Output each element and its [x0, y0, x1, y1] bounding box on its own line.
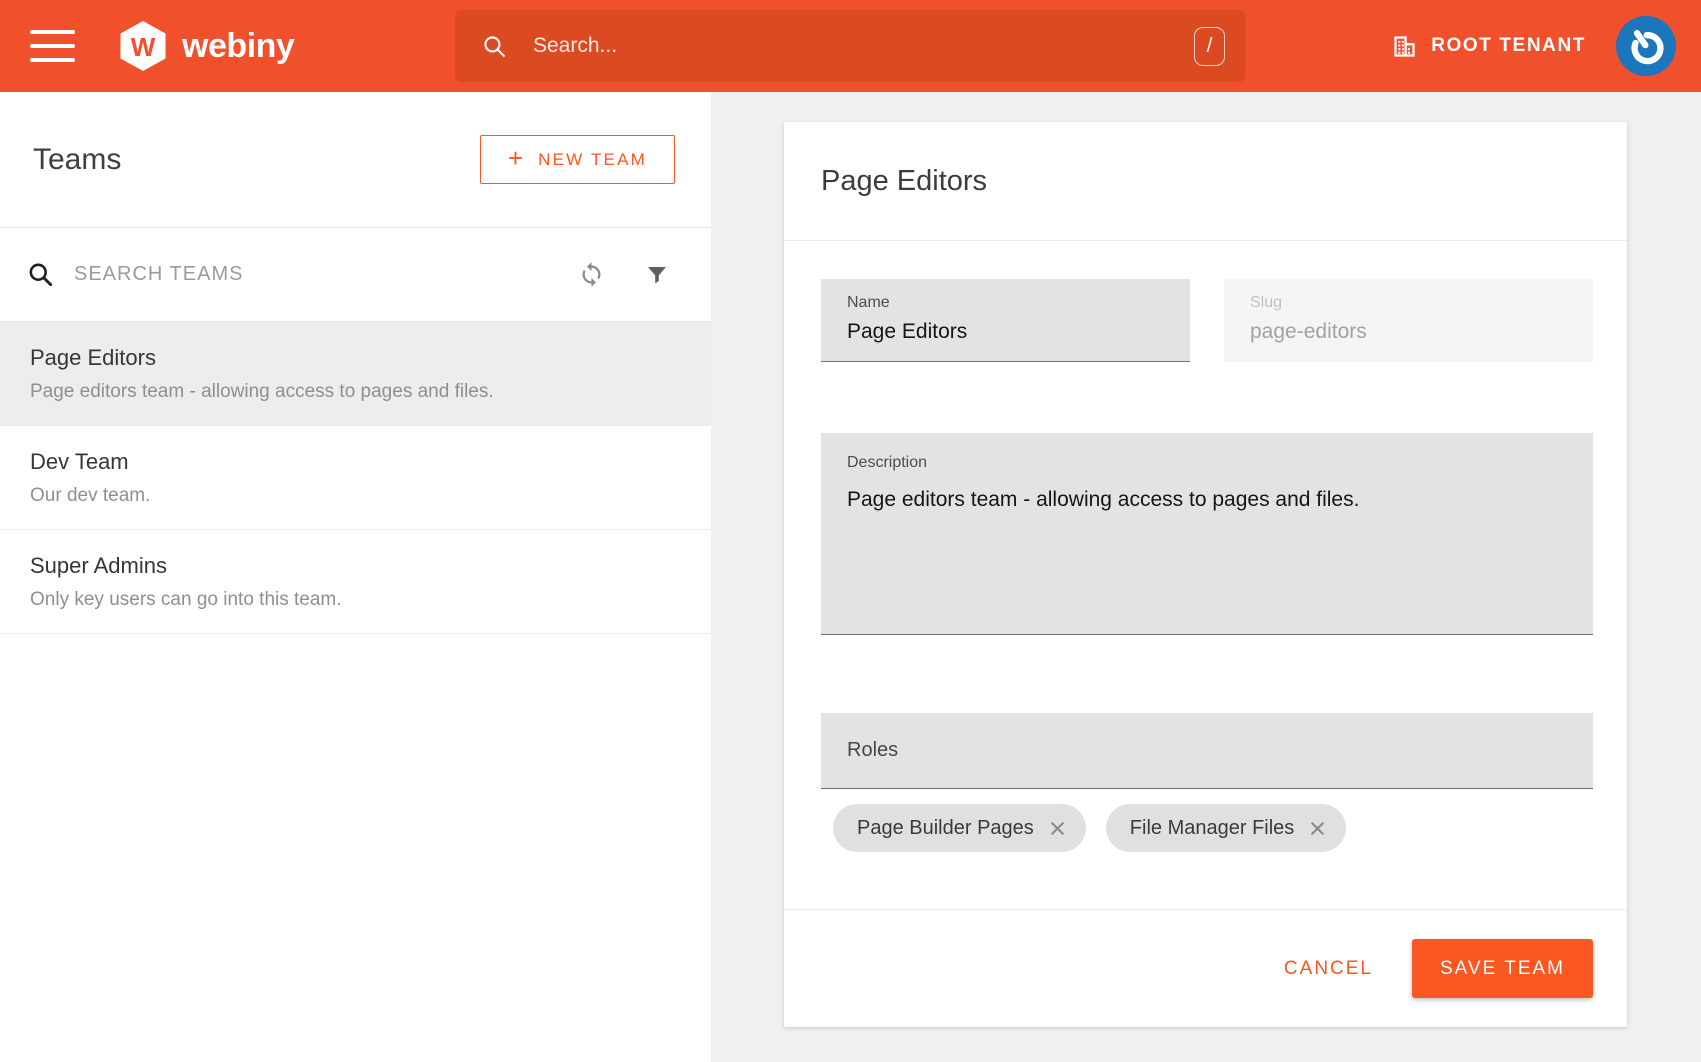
slug-field: Slug page-editors	[1224, 279, 1593, 362]
teams-list: Page Editors Page editors team - allowin…	[0, 322, 711, 634]
search-icon	[27, 261, 54, 288]
team-name: Page Editors	[30, 345, 681, 371]
brand-wordmark: webiny	[182, 27, 294, 66]
description-field[interactable]: Description Page editors team - allowing…	[821, 433, 1593, 635]
slug-field-label: Slug	[1250, 294, 1593, 312]
plus-icon: +	[508, 143, 523, 174]
form-body: Name Page Editors Slug page-editors Desc…	[784, 279, 1627, 852]
remove-chip-icon[interactable]	[1308, 819, 1327, 838]
roles-field-label: Roles	[847, 739, 898, 762]
hamburger-menu-icon[interactable]	[30, 30, 75, 62]
description-field-label: Description	[847, 454, 1593, 472]
role-chip-page-builder-pages[interactable]: Page Builder Pages	[833, 804, 1086, 852]
refresh-button[interactable]	[578, 261, 605, 288]
team-list-item-page-editors[interactable]: Page Editors Page editors team - allowin…	[0, 322, 711, 426]
teams-search-row	[0, 228, 711, 322]
form-footer: CANCEL SAVE TEAM	[784, 909, 1627, 1027]
team-description: Only key users can go into this team.	[30, 589, 681, 611]
new-team-button[interactable]: + NEW TEAM	[480, 135, 675, 184]
team-form-card: Page Editors Name Page Editors Slug page…	[784, 122, 1627, 1027]
team-description: Page editors team - allowing access to p…	[30, 381, 681, 403]
name-slug-row: Name Page Editors Slug page-editors	[821, 279, 1593, 362]
filter-icon	[645, 263, 669, 287]
webiny-hexagon-icon: W	[118, 20, 168, 72]
roles-field[interactable]: Roles	[821, 713, 1593, 789]
team-details-area: Page Editors Name Page Editors Slug page…	[711, 92, 1701, 1062]
user-avatar[interactable]	[1616, 16, 1676, 76]
shortcut-key-label: /	[1207, 35, 1213, 58]
new-team-button-label: NEW TEAM	[538, 150, 647, 170]
cancel-button[interactable]: CANCEL	[1278, 957, 1379, 981]
teams-panel-header: Teams + NEW TEAM	[0, 92, 711, 228]
top-app-bar: W webiny / ROOT TENANT	[0, 0, 1701, 92]
refresh-icon	[578, 261, 605, 288]
team-name: Dev Team	[30, 449, 681, 475]
role-chip-file-manager-files[interactable]: File Manager Files	[1106, 804, 1347, 852]
team-list-item-super-admins[interactable]: Super Admins Only key users can go into …	[0, 530, 711, 634]
team-list-item-dev-team[interactable]: Dev Team Our dev team.	[0, 426, 711, 530]
svg-text:W: W	[131, 32, 156, 62]
teams-search-input[interactable]	[72, 262, 578, 287]
name-field-value: Page Editors	[847, 320, 1190, 344]
search-shortcut-badge: /	[1194, 27, 1225, 66]
webiny-logo: W webiny	[118, 20, 294, 72]
remove-chip-icon[interactable]	[1048, 819, 1067, 838]
page-title: Teams	[33, 143, 121, 177]
tenant-label: ROOT TENANT	[1431, 35, 1586, 57]
chip-label: File Manager Files	[1130, 817, 1295, 840]
slug-field-value: page-editors	[1250, 320, 1593, 344]
global-search-input[interactable]	[455, 10, 1245, 82]
save-team-button[interactable]: SAVE TEAM	[1412, 939, 1593, 998]
form-title: Page Editors	[821, 165, 987, 198]
search-icon	[482, 34, 507, 59]
tenant-selector[interactable]: ROOT TENANT	[1391, 33, 1586, 60]
power-icon	[1625, 25, 1667, 67]
topbar-right-cluster: ROOT TENANT	[1391, 0, 1676, 92]
global-search[interactable]: /	[455, 10, 1245, 82]
building-icon	[1391, 33, 1418, 60]
team-name: Super Admins	[30, 553, 681, 579]
teams-list-panel: Teams + NEW TEAM Page Editor	[0, 92, 711, 1062]
name-field-label: Name	[847, 294, 1190, 312]
roles-chips: Page Builder Pages File Manager Files	[821, 804, 1593, 852]
chip-label: Page Builder Pages	[857, 817, 1034, 840]
team-description: Our dev team.	[30, 485, 681, 507]
description-field-value: Page editors team - allowing access to p…	[847, 488, 1593, 512]
name-field[interactable]: Name Page Editors	[821, 279, 1190, 362]
form-header: Page Editors	[784, 122, 1627, 241]
filter-button[interactable]	[645, 263, 669, 287]
list-actions	[578, 261, 669, 288]
